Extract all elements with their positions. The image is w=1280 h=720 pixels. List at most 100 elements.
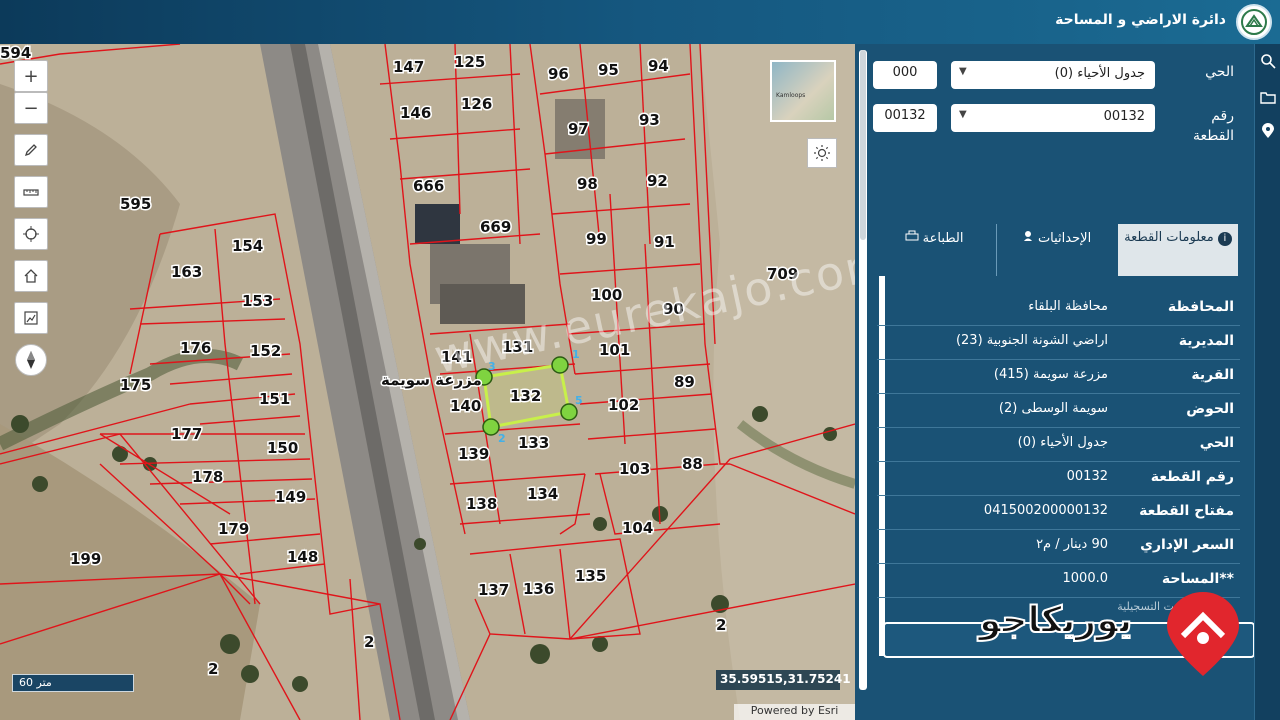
neighborhood-code-input[interactable]: 000	[873, 61, 937, 89]
sun-icon	[814, 145, 830, 161]
plot-label: 99	[586, 230, 607, 248]
dls-logo-icon[interactable]	[1236, 4, 1272, 40]
scale-label: 60 متر	[19, 676, 52, 689]
printer-icon	[905, 230, 918, 241]
folder-icon[interactable]	[1259, 88, 1277, 106]
location-pin-icon[interactable]	[1259, 122, 1277, 140]
pencil-icon	[24, 144, 37, 157]
plot-label: 95	[598, 61, 619, 79]
row-value: محافظة البلقاء	[1028, 299, 1108, 314]
coordinates-readout: 35.59515,31.75241	[716, 670, 851, 690]
table-row: مفتاح القطعة 041500200000132	[877, 496, 1240, 530]
header-bar: دائرة الاراضي و المساحة	[0, 0, 1280, 44]
plot-label: 177	[171, 425, 202, 443]
plot-label: 139	[458, 445, 489, 463]
plot-label: 176	[180, 339, 211, 357]
plot-label: 199	[70, 550, 101, 568]
chevron-down-icon: ▼	[959, 109, 967, 120]
plot-label: 138	[466, 495, 497, 513]
tab-label: الإحداثيات	[1037, 231, 1092, 246]
zoom-in-button[interactable]: +	[14, 60, 48, 92]
plot-label: 153	[242, 292, 273, 310]
chart-icon	[24, 311, 38, 325]
plot-label: 134	[527, 485, 558, 503]
plot-label: 175	[120, 376, 151, 394]
row-key: المحافظة	[1167, 299, 1234, 315]
map-view[interactable]: 1 2 3 5 594 147 125 96 95 94 146 126 97 …	[0, 44, 855, 720]
info-icon: i	[1217, 232, 1232, 246]
plot-label: 154	[232, 237, 263, 255]
app-window: دائرة الاراضي و المساحة 1 2 3 5 594 147 …	[0, 0, 1280, 720]
plot-label: 149	[275, 488, 306, 506]
plot-number-label: رقم القطعة	[1193, 108, 1234, 144]
ruler-icon	[23, 189, 39, 196]
table-row: القرية مزرعة سويمة (415)	[877, 360, 1240, 394]
plot-label: 179	[218, 520, 249, 538]
plot-label: 147	[393, 58, 424, 76]
scale-bar: 60 متر	[12, 674, 134, 692]
plot-label: 97	[568, 120, 589, 138]
plot-label: 102	[608, 396, 639, 414]
plot-label: 93	[639, 111, 660, 129]
plot-label: 125	[454, 53, 485, 71]
plot-label: 152	[250, 342, 281, 360]
row-value: 90 دينار / م٢	[1036, 537, 1108, 552]
home-button[interactable]	[14, 260, 48, 292]
tab-print[interactable]: الطباعة	[874, 224, 994, 276]
table-row: الحي جدول الأحياء (0)	[877, 428, 1240, 462]
row-value: مزرعة سويمة (415)	[993, 367, 1108, 382]
draw-tool-button[interactable]	[14, 134, 48, 166]
row-key: الحي	[1199, 435, 1234, 451]
light-mode-button[interactable]	[807, 138, 837, 168]
eurekajo-watermark: يوريكاجو	[975, 592, 1247, 682]
plot-label: 2	[716, 616, 726, 634]
locate-button[interactable]	[14, 218, 48, 250]
plot-label: 140	[450, 397, 481, 415]
table-row: السعر الإداري 90 دينار / م٢	[877, 530, 1240, 564]
table-row: المديرية اراضي الشونة الجنوبية (23)	[877, 326, 1240, 360]
row-key: المديرية	[1178, 333, 1234, 349]
plot-label: 133	[518, 434, 549, 452]
plot-code-input[interactable]: 00132	[873, 104, 937, 132]
compass-icon	[27, 351, 35, 369]
neighborhood-select[interactable]: جدول الأحياء (0) ▼	[951, 61, 1155, 89]
basemap-toggle[interactable]: Kamloops	[770, 60, 836, 122]
row-value: 041500200000132	[983, 503, 1108, 518]
plot-label: 89	[674, 373, 695, 391]
table-row: رقم القطعة 00132	[877, 462, 1240, 496]
tab-label: معلومات القطعة	[1124, 230, 1214, 245]
watermark-text: يوريكاجو	[978, 599, 1133, 642]
plot-label: 2	[208, 660, 218, 678]
plot-label: 146	[400, 104, 431, 122]
app-title: دائرة الاراضي و المساحة	[1055, 12, 1226, 28]
minimap-label: Kamloops	[776, 92, 806, 99]
row-value: جدول الأحياء (0)	[1017, 435, 1108, 450]
chevron-down-icon: ▼	[959, 66, 967, 77]
plot-label: 98	[577, 175, 598, 193]
zoom-out-button[interactable]: −	[14, 92, 48, 124]
plot-label: 137	[478, 581, 509, 599]
plot-select[interactable]: 00132 ▼	[951, 104, 1155, 132]
eurekajo-logo-icon	[1167, 592, 1239, 676]
plot-label: 92	[647, 172, 668, 190]
row-value: 00132	[1066, 469, 1108, 484]
search-icon[interactable]	[1259, 52, 1277, 70]
measure-tool-button[interactable]	[14, 176, 48, 208]
row-value: اراضي الشونة الجنوبية (23)	[955, 333, 1108, 348]
home-icon	[24, 269, 38, 283]
plot-label: 88	[682, 455, 703, 473]
crosshair-icon	[23, 226, 39, 242]
plot-label: 666	[413, 177, 444, 195]
scrollbar-thumb[interactable]	[860, 50, 866, 240]
plot-label: 104	[622, 519, 653, 537]
plot-label: 135	[575, 567, 606, 585]
tab-parcel-info[interactable]: i معلومات القطعة	[1118, 224, 1238, 276]
plot-select-value: 00132	[1103, 109, 1145, 124]
plot-label: 151	[259, 390, 290, 408]
compass-button[interactable]	[15, 344, 47, 376]
tab-coordinates[interactable]: الإحداثيات	[996, 224, 1116, 276]
plot-label: 132	[510, 387, 541, 405]
plot-label: 136	[523, 580, 554, 598]
chart-tool-button[interactable]	[14, 302, 48, 334]
row-value: 1000.0	[1062, 571, 1109, 586]
